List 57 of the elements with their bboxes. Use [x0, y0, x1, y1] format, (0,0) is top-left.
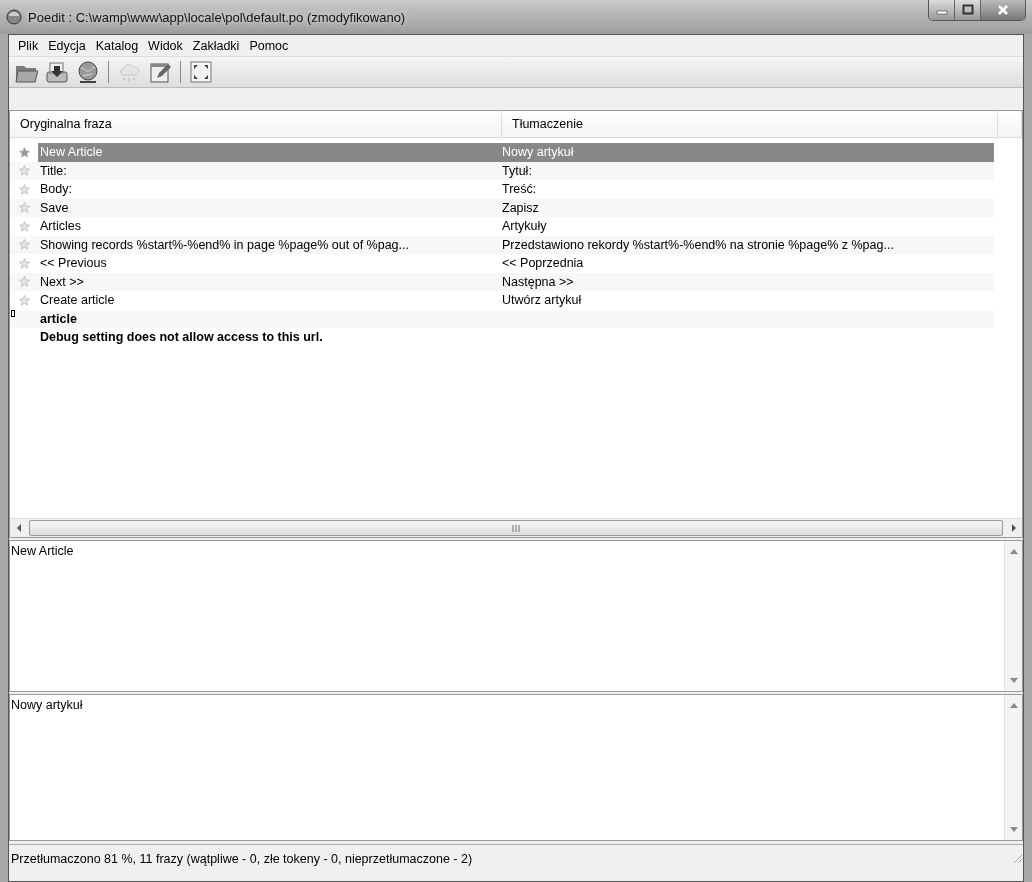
translation-text: Przedstawiono rekordy %start%-%end% na stronie %page% z %pag... — [501, 237, 895, 252]
star-icon — [18, 220, 30, 232]
horizontal-scrollbar[interactable] — [10, 518, 1022, 537]
grip-icon — [512, 524, 520, 532]
maximize-button[interactable] — [955, 0, 981, 20]
column-header[interactable]: Oryginalna fraza — [10, 111, 502, 137]
star-icon — [18, 146, 30, 158]
translation-text: << Poprzednia — [501, 256, 585, 271]
source-text: Showing records %start%-%end% in page %page% out of %pag... — [39, 237, 410, 252]
menu-item[interactable]: Zakładki — [187, 38, 245, 53]
notepad-pencil-icon — [148, 60, 172, 84]
star-icon — [18, 294, 30, 306]
star-icon — [18, 257, 30, 269]
star-icon — [18, 202, 30, 214]
translation-text: Nowy artykuł — [500, 143, 994, 162]
minimize-button[interactable] — [929, 0, 955, 20]
translation-text: Utwórz artykuł — [501, 293, 583, 308]
star-icon — [18, 276, 30, 288]
maximize-icon — [961, 4, 974, 16]
left-arrow-icon — [15, 524, 22, 532]
translation-text: Treść: — [501, 182, 538, 197]
menu-item[interactable]: Pomoc — [244, 38, 294, 53]
menu-item[interactable]: Plik — [13, 38, 44, 53]
translation-text: Tytuł: — [501, 163, 533, 178]
fullscreen-button[interactable] — [187, 58, 215, 86]
menu-item[interactable]: Widok — [143, 38, 188, 53]
translation-text: Zapisz — [501, 200, 540, 215]
source-text: << Previous — [39, 256, 108, 271]
up-arrow-icon — [1009, 549, 1018, 554]
source-text: Title: — [39, 163, 68, 178]
source-text: Articles — [39, 219, 82, 234]
app-logo-icon — [6, 9, 22, 25]
source-text: Debug setting does not allow access to this url. — [39, 330, 324, 345]
menu-item[interactable]: Edycja — [43, 38, 91, 53]
globe-icon — [76, 60, 100, 84]
status-text: Przetłumaczono 81 %, 11 frazy (wątpliwe - 0, złe tokeny - 0, nieprzetłumaczone - 2) — [11, 852, 474, 866]
vertical-scrollbar[interactable] — [1004, 541, 1022, 691]
source-text: New Article — [38, 143, 500, 162]
source-text: article — [39, 311, 78, 326]
source-text: Next >> — [39, 274, 85, 289]
window-title: Poedit : C:\wamp\www\app\locale\pol\default.po (zmodyfikowano) — [28, 9, 406, 25]
source-text: Body: — [39, 182, 73, 197]
star-icon — [18, 183, 30, 195]
column-header[interactable]: Tłumaczenie — [502, 111, 998, 137]
translation-text: Artykuły — [501, 219, 548, 234]
star-icon — [18, 165, 30, 177]
right-arrow-icon — [1010, 524, 1017, 532]
star-icon — [18, 239, 30, 251]
translation-text: Następna >> — [501, 274, 575, 289]
fullscreen-icon — [189, 60, 213, 84]
close-icon — [997, 4, 1009, 16]
down-arrow-icon — [1009, 678, 1018, 683]
source-text: Create article — [39, 293, 116, 308]
menu-item[interactable]: Katalog — [90, 38, 144, 53]
source-text: Save — [39, 200, 70, 215]
tray-arrow-icon — [45, 60, 69, 84]
close-button[interactable] — [981, 0, 1025, 20]
